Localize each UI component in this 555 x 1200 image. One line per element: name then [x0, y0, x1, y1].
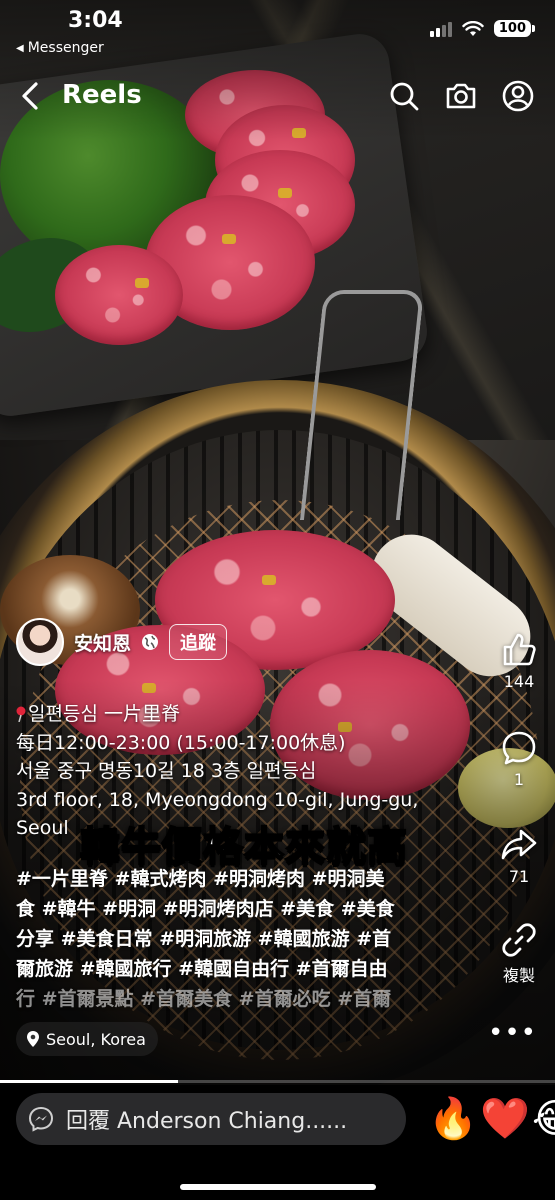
caption-line: 서울 중구 명동10길 18 3층 일편등심 — [16, 760, 317, 782]
messenger-icon — [28, 1106, 54, 1132]
gold-leaf — [262, 575, 276, 585]
back-app-label: Messenger — [27, 40, 104, 56]
globe-icon — [142, 634, 159, 650]
author-name[interactable]: 安知恩 — [74, 629, 131, 656]
hashtag-line: 食 #韓牛 #明洞 #明洞烤肉店 #美食 #美食 — [16, 898, 395, 920]
caption-line: 3rd floor, 18, Myeongdong 10-gil, Jung-g… — [16, 788, 419, 811]
share-count: 71 — [508, 867, 530, 886]
location-tag[interactable]: Seoul, Korea — [16, 1022, 158, 1056]
share-arrow-icon — [501, 829, 537, 860]
caption-line: 每日12:00-23:00 (15:00-17:00休息) — [16, 731, 346, 754]
copy-label: 複製 — [502, 966, 535, 985]
hashtag-line: 分享 #美食日常 #明洞旅游 #韓國旅游 #首 — [16, 928, 392, 950]
home-indicator[interactable] — [180, 1184, 376, 1190]
back-arrow-icon[interactable] — [14, 78, 50, 114]
back-triangle-icon: ◀ — [16, 42, 24, 54]
pushpin-icon — [16, 706, 26, 722]
reply-placeholder: 回覆 Anderson Chiang...... — [66, 1109, 348, 1134]
caption-line: 일편등심 一片里脊 — [16, 700, 476, 729]
profile-icon[interactable] — [500, 78, 536, 114]
gold-leaf — [278, 188, 292, 198]
heart-emoji-reaction[interactable]: ❤️ — [480, 1095, 530, 1143]
search-icon[interactable] — [386, 78, 422, 114]
video-progress-bar[interactable] — [0, 1080, 555, 1083]
link-icon — [502, 923, 536, 957]
hashtags[interactable]: #一片里脊 #韓式烤肉 #明洞烤肉 #明洞美 食 #韓牛 #明洞 #明洞烤肉店 … — [16, 864, 471, 1014]
thumbs-up-icon — [503, 633, 536, 666]
like-count: 144 — [503, 672, 535, 691]
reels-header: Reels — [0, 72, 555, 120]
battery-level: 100 — [493, 20, 531, 37]
location-pin-icon — [27, 1031, 39, 1047]
share-button[interactable]: 71 — [489, 825, 549, 886]
hashtag-line: 爾旅游 #韓國旅行 #韓國自由行 #首爾自由 — [16, 958, 388, 980]
page-title: Reels — [62, 80, 142, 110]
gold-leaf — [222, 234, 236, 244]
status-indicators: 100 — [429, 20, 535, 37]
battery-icon: 100 — [493, 20, 535, 37]
hashtag-line: #一片里脊 #韓式烤肉 #明洞烤肉 #明洞美 — [16, 868, 385, 890]
comment-button[interactable]: 1 — [489, 728, 549, 789]
back-to-app-link[interactable]: ◀ Messenger — [16, 40, 104, 56]
camera-icon[interactable] — [443, 78, 479, 114]
status-time: 3:04 — [68, 8, 123, 33]
more-options-icon[interactable]: ••• — [488, 1018, 537, 1048]
like-button[interactable]: 144 — [489, 630, 549, 691]
caption-line-text: 일편등심 一片里脊 — [28, 703, 180, 725]
video-progress-fill — [0, 1080, 178, 1083]
hashtag-line: 行 #首爾景點 #首爾美食 #首爾必吃 #首爾 — [16, 988, 392, 1010]
follow-button[interactable]: 追蹤 — [169, 624, 228, 660]
wifi-icon — [462, 20, 484, 36]
avatar[interactable] — [16, 618, 64, 666]
fire-emoji-reaction[interactable]: 🔥 — [428, 1095, 478, 1143]
location-label: Seoul, Korea — [46, 1029, 146, 1049]
cellular-signal-icon — [429, 21, 452, 37]
reply-bar: 回覆 Anderson Chiang...... 🔥 ❤️ 😂 — [0, 1085, 555, 1200]
comment-count: 1 — [513, 770, 525, 789]
laughing-emoji-reaction[interactable]: 😂 — [532, 1095, 555, 1143]
gold-leaf — [135, 278, 149, 288]
copy-link-button[interactable]: 複製 — [489, 920, 549, 986]
comment-icon — [502, 731, 536, 765]
author-row: 安知恩 追蹤 — [16, 618, 228, 666]
beef-slice — [55, 245, 183, 345]
reply-input[interactable]: 回覆 Anderson Chiang...... — [16, 1093, 406, 1145]
